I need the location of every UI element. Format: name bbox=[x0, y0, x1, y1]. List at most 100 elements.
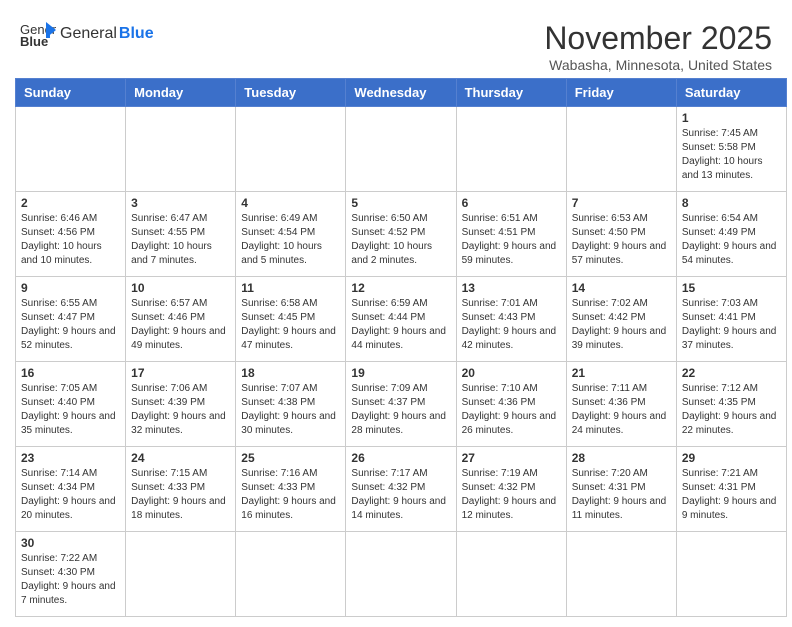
calendar-cell: 3 Sunrise: 6:47 AMSunset: 4:55 PMDaylight… bbox=[126, 192, 236, 277]
calendar-cell: 27 Sunrise: 7:19 AMSunset: 4:32 PMDayligh… bbox=[456, 447, 566, 532]
calendar-cell: 26Sunrise: 7:17 AMSunset: 4:32 PMDayligh… bbox=[346, 447, 456, 532]
calendar-cell bbox=[126, 107, 236, 192]
logo-text-blue: Blue bbox=[119, 25, 154, 43]
calendar-cell: 5 Sunrise: 6:50 AMSunset: 4:52 PMDaylight… bbox=[346, 192, 456, 277]
day-info: Sunrise: 7:01 AMSunset: 4:43 PMDaylight:… bbox=[462, 297, 561, 353]
week-row-2: 2 Sunrise: 6:46 AMSunset: 4:56 PMDaylight… bbox=[16, 192, 787, 277]
weekday-header-tuesday: Tuesday bbox=[236, 79, 346, 107]
calendar-cell: 9 Sunrise: 6:55 AMSunset: 4:47 PMDaylight… bbox=[16, 277, 126, 362]
day-info: Sunrise: 7:19 AMSunset: 4:32 PMDaylight:… bbox=[462, 467, 561, 523]
day-info: Sunrise: 6:47 AMSunset: 4:55 PMDaylight:… bbox=[131, 212, 230, 268]
day-number: 14 bbox=[572, 281, 671, 295]
calendar-cell: 21 Sunrise: 7:11 AMSunset: 4:36 PMDayligh… bbox=[566, 362, 676, 447]
calendar-cell bbox=[676, 532, 786, 617]
day-number: 29 bbox=[682, 451, 781, 465]
week-row-1: 1Sunrise: 7:45 AMSunset: 5:58 PMDaylight… bbox=[16, 107, 787, 192]
weekday-header-saturday: Saturday bbox=[676, 79, 786, 107]
calendar-cell: 29 Sunrise: 7:21 AMSunset: 4:31 PMDayligh… bbox=[676, 447, 786, 532]
day-info: Sunrise: 7:14 AMSunset: 4:34 PMDaylight:… bbox=[21, 467, 120, 523]
calendar-cell: 22Sunrise: 7:12 AMSunset: 4:35 PMDayligh… bbox=[676, 362, 786, 447]
calendar-cell: 25 Sunrise: 7:16 AMSunset: 4:33 PMDayligh… bbox=[236, 447, 346, 532]
day-info: Sunrise: 6:58 AMSunset: 4:45 PMDaylight:… bbox=[241, 297, 340, 353]
weekday-header-sunday: Sunday bbox=[16, 79, 126, 107]
calendar-cell: 6 Sunrise: 6:51 AMSunset: 4:51 PMDaylight… bbox=[456, 192, 566, 277]
day-number: 6 bbox=[462, 196, 561, 210]
day-number: 28 bbox=[572, 451, 671, 465]
calendar-cell: 12Sunrise: 6:59 AMSunset: 4:44 PMDayligh… bbox=[346, 277, 456, 362]
day-info: Sunrise: 7:15 AMSunset: 4:33 PMDaylight:… bbox=[131, 467, 230, 523]
calendar: SundayMondayTuesdayWednesdayThursdayFrid… bbox=[15, 78, 787, 617]
header: General Blue General Blue November 2025 … bbox=[10, 10, 782, 78]
day-number: 27 bbox=[462, 451, 561, 465]
day-number: 5 bbox=[351, 196, 450, 210]
day-info: Sunrise: 6:55 AMSunset: 4:47 PMDaylight:… bbox=[21, 297, 120, 353]
title-area: November 2025 Wabasha, Minnesota, United… bbox=[544, 20, 772, 73]
calendar-cell: 14 Sunrise: 7:02 AMSunset: 4:42 PMDayligh… bbox=[566, 277, 676, 362]
svg-text:Blue: Blue bbox=[20, 34, 48, 48]
day-number: 18 bbox=[241, 366, 340, 380]
weekday-header-monday: Monday bbox=[126, 79, 236, 107]
calendar-cell bbox=[126, 532, 236, 617]
day-number: 16 bbox=[21, 366, 120, 380]
calendar-cell: 23 Sunrise: 7:14 AMSunset: 4:34 PMDayligh… bbox=[16, 447, 126, 532]
calendar-cell: 4 Sunrise: 6:49 AMSunset: 4:54 PMDaylight… bbox=[236, 192, 346, 277]
weekday-header-row: SundayMondayTuesdayWednesdayThursdayFrid… bbox=[16, 79, 787, 107]
day-number: 17 bbox=[131, 366, 230, 380]
day-info: Sunrise: 6:46 AMSunset: 4:56 PMDaylight:… bbox=[21, 212, 120, 268]
day-number: 20 bbox=[462, 366, 561, 380]
day-number: 10 bbox=[131, 281, 230, 295]
day-info: Sunrise: 7:02 AMSunset: 4:42 PMDaylight:… bbox=[572, 297, 671, 353]
calendar-cell: 18 Sunrise: 7:07 AMSunset: 4:38 PMDayligh… bbox=[236, 362, 346, 447]
calendar-cell bbox=[456, 107, 566, 192]
day-number: 25 bbox=[241, 451, 340, 465]
day-info: Sunrise: 7:11 AMSunset: 4:36 PMDaylight:… bbox=[572, 382, 671, 438]
day-info: Sunrise: 7:16 AMSunset: 4:33 PMDaylight:… bbox=[241, 467, 340, 523]
week-row-3: 9 Sunrise: 6:55 AMSunset: 4:47 PMDaylight… bbox=[16, 277, 787, 362]
logo-text-general: General bbox=[60, 25, 117, 43]
calendar-cell: 17 Sunrise: 7:06 AMSunset: 4:39 PMDayligh… bbox=[126, 362, 236, 447]
day-info: Sunrise: 7:03 AMSunset: 4:41 PMDaylight:… bbox=[682, 297, 781, 353]
calendar-cell bbox=[566, 532, 676, 617]
day-number: 3 bbox=[131, 196, 230, 210]
day-info: Sunrise: 7:07 AMSunset: 4:38 PMDaylight:… bbox=[241, 382, 340, 438]
day-number: 9 bbox=[21, 281, 120, 295]
week-row-4: 16 Sunrise: 7:05 AMSunset: 4:40 PMDayligh… bbox=[16, 362, 787, 447]
calendar-cell bbox=[566, 107, 676, 192]
logo: General Blue General Blue bbox=[20, 20, 154, 48]
logo-icon: General Blue bbox=[20, 20, 56, 48]
calendar-cell: 15Sunrise: 7:03 AMSunset: 4:41 PMDayligh… bbox=[676, 277, 786, 362]
day-info: Sunrise: 6:51 AMSunset: 4:51 PMDaylight:… bbox=[462, 212, 561, 268]
calendar-cell: 28 Sunrise: 7:20 AMSunset: 4:31 PMDayligh… bbox=[566, 447, 676, 532]
day-info: Sunrise: 7:05 AMSunset: 4:40 PMDaylight:… bbox=[21, 382, 120, 438]
calendar-cell: 13 Sunrise: 7:01 AMSunset: 4:43 PMDayligh… bbox=[456, 277, 566, 362]
day-number: 24 bbox=[131, 451, 230, 465]
calendar-cell bbox=[236, 107, 346, 192]
day-info: Sunrise: 6:50 AMSunset: 4:52 PMDaylight:… bbox=[351, 212, 450, 268]
day-info: Sunrise: 7:21 AMSunset: 4:31 PMDaylight:… bbox=[682, 467, 781, 523]
day-number: 23 bbox=[21, 451, 120, 465]
day-number: 4 bbox=[241, 196, 340, 210]
calendar-cell: 30Sunrise: 7:22 AMSunset: 4:30 PMDayligh… bbox=[16, 532, 126, 617]
day-number: 11 bbox=[241, 281, 340, 295]
day-number: 2 bbox=[21, 196, 120, 210]
day-number: 19 bbox=[351, 366, 450, 380]
calendar-cell bbox=[456, 532, 566, 617]
week-row-6: 30Sunrise: 7:22 AMSunset: 4:30 PMDayligh… bbox=[16, 532, 787, 617]
calendar-cell bbox=[346, 107, 456, 192]
weekday-header-thursday: Thursday bbox=[456, 79, 566, 107]
day-info: Sunrise: 7:45 AMSunset: 5:58 PMDaylight:… bbox=[682, 127, 781, 183]
day-number: 13 bbox=[462, 281, 561, 295]
day-info: Sunrise: 7:12 AMSunset: 4:35 PMDaylight:… bbox=[682, 382, 781, 438]
day-number: 12 bbox=[351, 281, 450, 295]
calendar-cell: 19Sunrise: 7:09 AMSunset: 4:37 PMDayligh… bbox=[346, 362, 456, 447]
calendar-cell: 7Sunrise: 6:53 AMSunset: 4:50 PMDaylight… bbox=[566, 192, 676, 277]
day-number: 30 bbox=[21, 536, 120, 550]
day-info: Sunrise: 7:06 AMSunset: 4:39 PMDaylight:… bbox=[131, 382, 230, 438]
calendar-cell: 11 Sunrise: 6:58 AMSunset: 4:45 PMDayligh… bbox=[236, 277, 346, 362]
calendar-cell: 1Sunrise: 7:45 AMSunset: 5:58 PMDaylight… bbox=[676, 107, 786, 192]
day-number: 21 bbox=[572, 366, 671, 380]
day-info: Sunrise: 6:49 AMSunset: 4:54 PMDaylight:… bbox=[241, 212, 340, 268]
day-number: 26 bbox=[351, 451, 450, 465]
day-info: Sunrise: 7:20 AMSunset: 4:31 PMDaylight:… bbox=[572, 467, 671, 523]
week-row-5: 23 Sunrise: 7:14 AMSunset: 4:34 PMDayligh… bbox=[16, 447, 787, 532]
